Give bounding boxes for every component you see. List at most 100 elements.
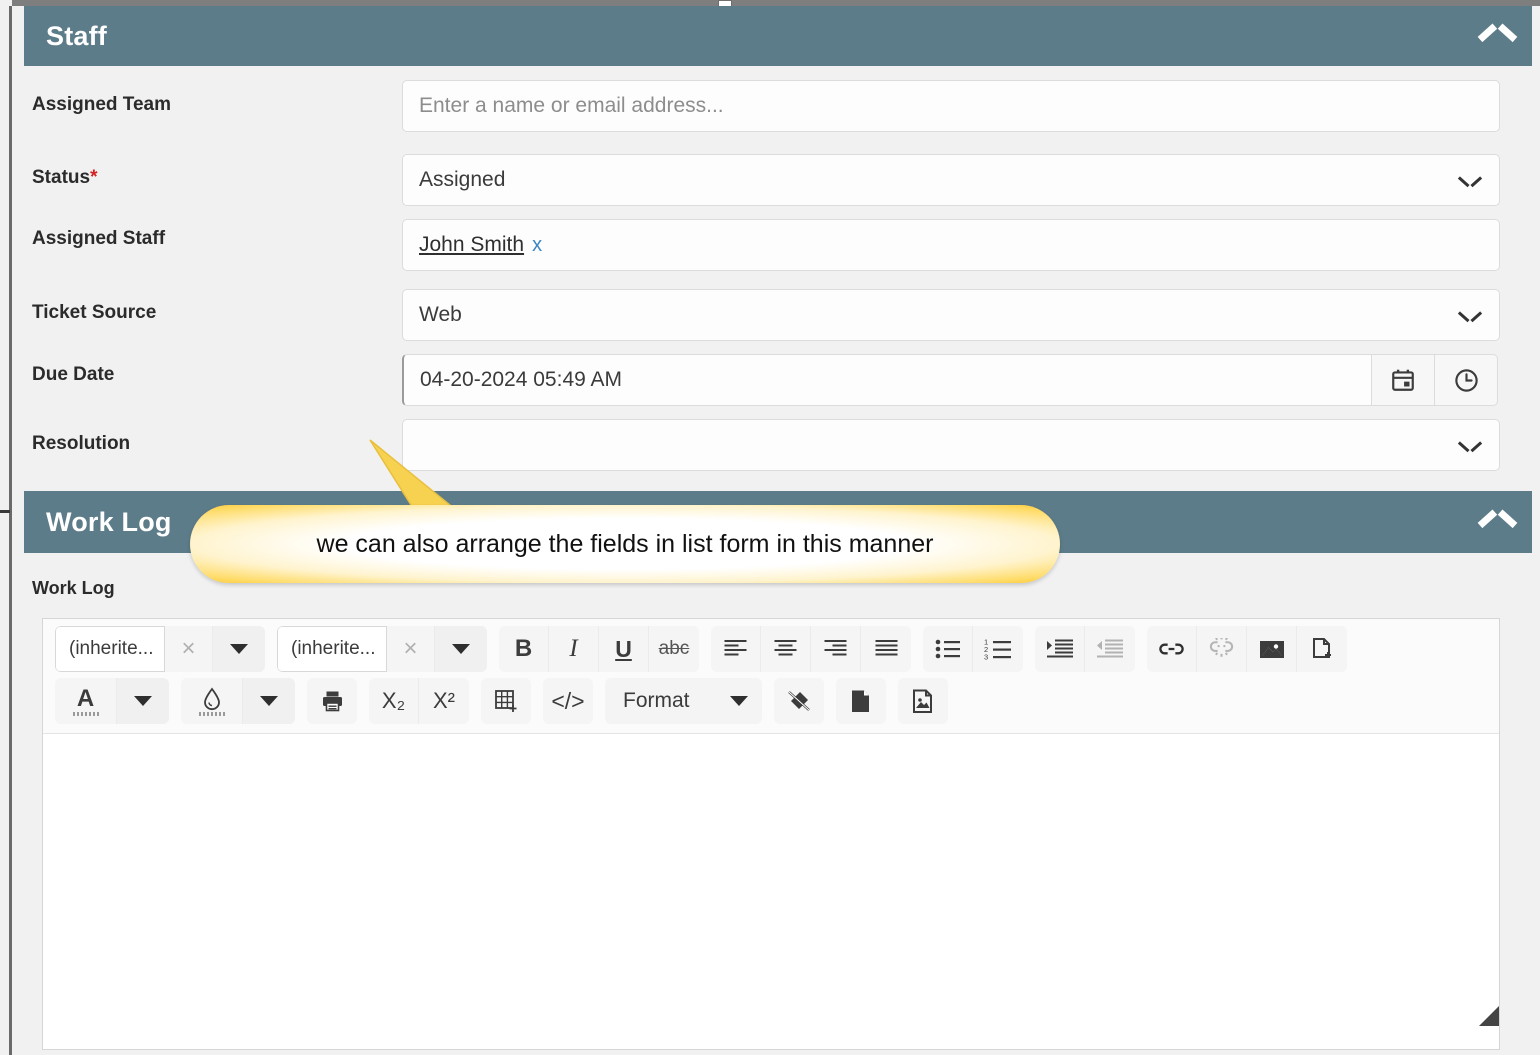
svg-text:3: 3 (984, 652, 988, 660)
format-dropdown[interactable]: Format (605, 678, 762, 724)
source-code-button[interactable]: </> (543, 678, 593, 724)
assigned-team-label: Assigned Team (32, 94, 172, 115)
ticket-source-label: Ticket Source (32, 302, 157, 323)
chevron-up-icon[interactable] (1476, 510, 1514, 534)
indent-group (1035, 626, 1135, 672)
underline-button[interactable]: U (599, 626, 649, 672)
clear-format-group (773, 678, 824, 724)
chevron-up-icon[interactable] (1476, 24, 1514, 48)
align-center-button[interactable] (761, 626, 811, 672)
staff-panel-header[interactable]: Staff (24, 6, 1532, 66)
subscript-button[interactable]: X₂ (369, 678, 419, 724)
highlight-color-caret[interactable] (243, 678, 295, 724)
editor-toolbar-row-2: A X₂ X² </> Format (55, 678, 1489, 724)
assigned-staff-field[interactable]: John Smith x (402, 219, 1500, 271)
editor-toolbar-row-1: (inherite... × (inherite... × B I U abc … (55, 626, 1489, 672)
source-group: </> (543, 678, 593, 724)
remove-link-button[interactable] (1197, 626, 1247, 672)
work-log-editor-body[interactable] (43, 734, 1499, 1026)
format-dropdown-label: Format (623, 689, 690, 712)
status-required-marker: * (90, 167, 98, 188)
decrease-indent-icon (1097, 639, 1123, 658)
print-button[interactable] (307, 678, 357, 724)
staff-panel-title: Staff (46, 20, 107, 51)
align-right-button[interactable] (811, 626, 861, 672)
decrease-indent-button[interactable] (1085, 626, 1135, 672)
table-plus-icon (494, 689, 516, 712)
font-size-caret-icon[interactable] (435, 626, 487, 672)
align-justify-icon (875, 640, 897, 656)
insert-media-button[interactable] (897, 678, 948, 724)
align-right-icon (824, 640, 847, 656)
superscript-button[interactable]: X² (419, 678, 469, 724)
highlight-color-button[interactable] (181, 678, 243, 724)
callout-text: we can also arrange the fields in list f… (316, 529, 934, 558)
align-left-icon (724, 640, 747, 656)
app-root: Staff Assigned Team Enter a name or emai… (0, 0, 1540, 1055)
due-date-calendar-button[interactable] (1372, 354, 1435, 406)
callout-bubble: we can also arrange the fields in list f… (190, 505, 1060, 583)
due-date-input[interactable]: 04-20-2024 05:49 AM (402, 354, 1372, 406)
chevron-down-icon (134, 696, 152, 706)
field-row-assigned-staff: Assigned Staff (32, 228, 165, 250)
editor-toolbar: (inherite... × (inherite... × B I U abc … (43, 619, 1499, 734)
font-size-combo[interactable]: (inherite... × (277, 626, 487, 672)
bulleted-list-button[interactable] (923, 626, 973, 672)
font-family-value[interactable]: (inherite... (55, 626, 165, 672)
editor-resize-handle[interactable] (1479, 1006, 1499, 1026)
numbered-list-button[interactable]: 123 (973, 626, 1023, 672)
text-color-button[interactable]: A (55, 678, 117, 724)
work-log-sublabel: Work Log (32, 578, 115, 598)
insert-table-button[interactable] (481, 678, 531, 724)
text-color-caret[interactable] (117, 678, 169, 724)
field-row-assigned-team: Assigned Team (32, 94, 171, 116)
font-size-value[interactable]: (inherite... (277, 626, 387, 672)
text-color-swatch (72, 711, 99, 716)
align-justify-button[interactable] (861, 626, 911, 672)
insert-document-button[interactable] (835, 678, 886, 724)
left-rail-marker (0, 510, 10, 513)
status-select[interactable]: Assigned (402, 154, 1500, 206)
text-color-label: A (76, 684, 95, 712)
chevron-down-icon (260, 696, 278, 706)
ticket-source-value: Web (419, 303, 462, 326)
align-left-button[interactable] (711, 626, 761, 672)
assigned-team-placeholder: Enter a name or email address... (419, 94, 724, 117)
ticket-source-select[interactable]: Web (402, 289, 1500, 341)
text-style-group: B I U abc (499, 626, 699, 672)
assigned-team-input[interactable]: Enter a name or email address... (402, 80, 1500, 132)
font-family-combo[interactable]: (inherite... × (55, 626, 265, 672)
bold-button[interactable]: B (499, 626, 549, 672)
text-color-group: A (55, 678, 169, 724)
increase-indent-button[interactable] (1035, 626, 1085, 672)
calendar-icon (1392, 369, 1414, 391)
resolution-select[interactable] (402, 419, 1500, 471)
chevron-down-icon (230, 644, 248, 654)
unlink-icon (1209, 638, 1234, 657)
insert-file-button[interactable] (1297, 626, 1347, 672)
insert-image-button[interactable] (1247, 626, 1297, 672)
text-color-stack: A (72, 684, 99, 716)
print-group (307, 678, 357, 724)
font-family-clear-icon[interactable]: × (165, 626, 213, 672)
due-date-value: 04-20-2024 05:49 AM (420, 368, 622, 391)
strikethrough-button[interactable]: abc (649, 626, 699, 672)
field-row-status: Status * (32, 167, 97, 189)
assigned-staff-token[interactable]: John Smith (419, 233, 524, 257)
increase-indent-icon (1046, 639, 1073, 658)
due-date-time-button[interactable] (1435, 354, 1498, 406)
insert-link-button[interactable] (1147, 626, 1197, 672)
clock-icon (1454, 368, 1478, 392)
assigned-staff-label: Assigned Staff (32, 228, 166, 249)
font-size-clear-icon[interactable]: × (387, 626, 435, 672)
assigned-staff-token-remove-icon[interactable]: x (532, 234, 542, 257)
media-group (897, 678, 948, 724)
document-image-icon (913, 689, 933, 713)
status-value: Assigned (419, 168, 506, 191)
table-group (481, 678, 531, 724)
clear-formatting-button[interactable] (773, 678, 824, 724)
font-family-caret-icon[interactable] (213, 626, 265, 672)
work-log-editor: (inherite... × (inherite... × B I U abc … (42, 618, 1500, 1050)
highlight-color-swatch (198, 711, 225, 716)
italic-button[interactable]: I (549, 626, 599, 672)
